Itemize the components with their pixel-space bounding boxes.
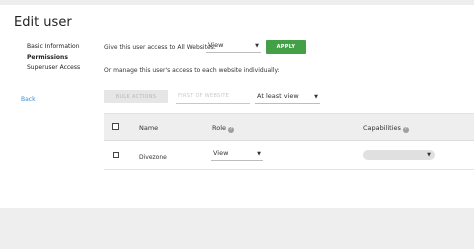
individual-access-label: Or manage this user's access to each web…: [104, 67, 280, 74]
column-header-role: Role?: [212, 124, 235, 133]
info-icon[interactable]: ?: [228, 127, 235, 133]
sidebar-item-basic-information[interactable]: Basic Information: [27, 43, 80, 50]
chevron-down-icon: ▼: [314, 94, 318, 100]
column-header-name: Name: [139, 124, 159, 132]
all-websites-role-select[interactable]: View ▼: [206, 36, 261, 53]
table-header: Name Role? Capabilities?: [104, 113, 474, 141]
access-filter-value: At least view: [257, 92, 299, 100]
all-websites-label: Give this user access to All Websites:: [104, 44, 216, 51]
column-header-capabilities: Capabilities?: [363, 124, 409, 133]
all-websites-role-value: View: [208, 41, 224, 49]
row-role-value: View: [213, 149, 229, 157]
apply-button[interactable]: APPLY: [266, 40, 306, 54]
select-all-checkbox[interactable]: [112, 123, 119, 130]
row-website-name: Divezone: [139, 154, 167, 161]
sidebar-item-permissions[interactable]: Permissions: [27, 54, 68, 61]
page-title: Edit user: [14, 15, 72, 30]
access-filter-select[interactable]: At least view ▼: [255, 87, 320, 104]
row-capabilities-select[interactable]: ▼: [363, 150, 435, 160]
bulk-actions-button[interactable]: BULK ACTIONS: [104, 90, 168, 103]
back-link[interactable]: Back: [21, 96, 36, 103]
chevron-down-icon: ▼: [427, 152, 431, 158]
website-filter-input[interactable]: FIRST OF WEBSITE: [176, 89, 250, 104]
chevron-down-icon: ▼: [257, 151, 261, 157]
website-filter-placeholder: FIRST OF WEBSITE: [178, 93, 230, 99]
row-checkbox[interactable]: [113, 152, 119, 158]
chevron-down-icon: ▼: [255, 43, 259, 49]
info-icon[interactable]: ?: [402, 127, 409, 133]
sidebar-item-superuser-access[interactable]: Superuser Access: [27, 64, 80, 71]
row-role-select[interactable]: View ▼: [211, 147, 263, 161]
